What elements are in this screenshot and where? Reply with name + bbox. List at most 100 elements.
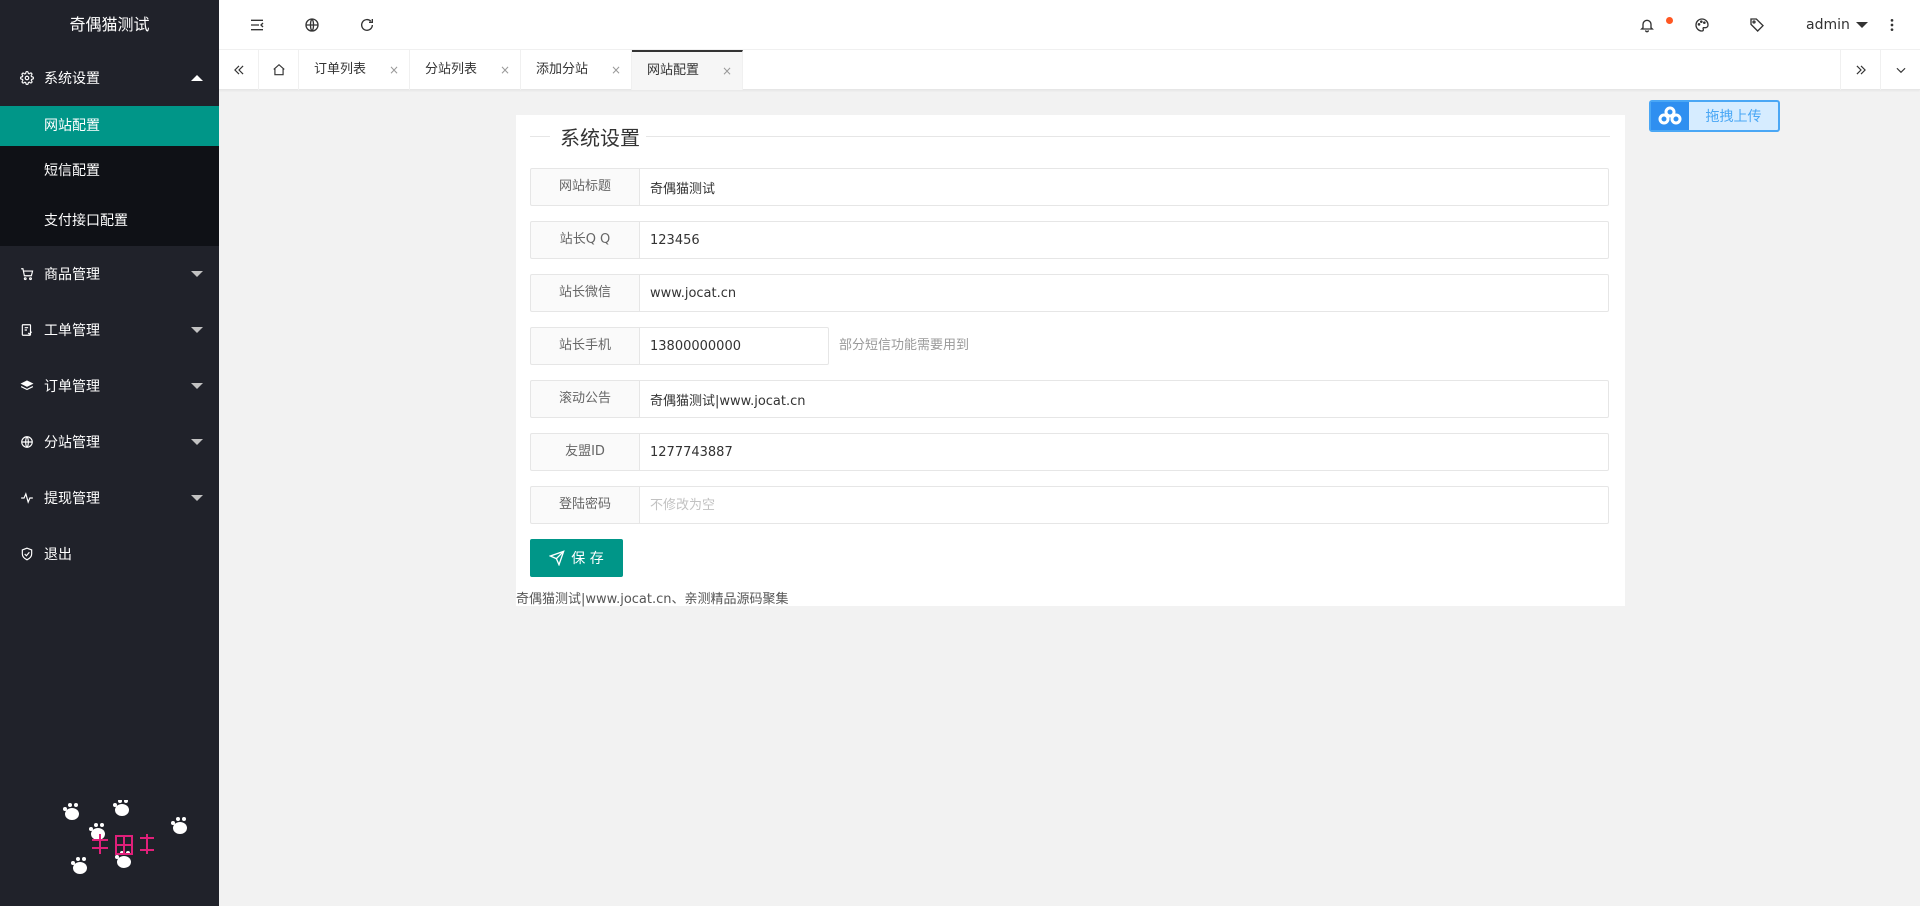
chevron-down-icon [191,439,203,445]
ticket-icon [20,323,34,337]
tab-order-list[interactable]: 订单列表 × [299,50,410,90]
page-tabs: 订单列表 × 分站列表 × 添加分站 × 网站配置 × [219,50,1920,90]
tab-label: 添加分站 [536,62,589,77]
more-vertical-icon[interactable] [1884,17,1900,33]
phone-hint: 部分短信功能需要用到 [839,338,970,353]
form-row-qq: 站长Q Q [530,221,1609,259]
chevron-down-icon [191,383,203,389]
field-label: 站长Q Q [530,221,639,259]
site-title-input[interactable] [639,168,1609,206]
shield-icon [20,547,34,561]
chevron-down-icon [191,271,203,277]
qq-input[interactable] [639,221,1609,259]
tab-substation-list[interactable]: 分站列表 × [410,50,521,90]
tab-label: 网站配置 [647,63,700,78]
sidebar-item-label: 系统设置 [44,71,100,87]
umeng-id-input[interactable] [639,433,1609,471]
field-label: 友盟ID [530,433,639,471]
sidebar-item-system-settings[interactable]: 系统设置 [0,50,219,106]
tab-site-config[interactable]: 网站配置 × [632,50,743,90]
footer-text: 奇偶猫测试|www.jocat.cn、亲测精品源码聚集 [516,592,789,607]
field-label: 滚动公告 [530,380,639,418]
login-password-input[interactable] [639,486,1609,524]
nav-group-orders: 订单管理 [0,358,219,414]
sidebar-nav: 系统设置 网站配置 短信配置 支付接口配置 商品管理 工单管理 订单管理 分站管… [0,50,219,582]
nav-group-withdraw: 提现管理 [0,470,219,526]
sidebar-item-sms-config[interactable]: 短信配置 [0,146,219,196]
sidebar-item-goods[interactable]: 商品管理 [0,246,219,302]
wechat-input[interactable] [639,274,1609,312]
tab-label: 订单列表 [314,62,367,77]
form-row-umeng: 友盟ID [530,433,1609,471]
close-icon[interactable]: × [722,52,732,90]
sidebar-item-payment-config[interactable]: 支付接口配置 [0,196,219,246]
username: admin [1806,17,1850,33]
tab-add-substation[interactable]: 添加分站 × [521,50,632,90]
chevron-down-icon [191,327,203,333]
sidebar-item-logout[interactable]: 退出 [0,526,219,582]
form-row-site-title: 网站标题 [530,168,1609,206]
home-icon[interactable] [259,50,299,90]
scroll-notice-input[interactable] [639,380,1609,418]
sidebar-item-ticket[interactable]: 工单管理 [0,302,219,358]
palette-icon[interactable] [1694,17,1710,33]
sidebar: 奇偶猫测试 系统设置 网站配置 短信配置 支付接口配置 商品管理 工单管理 订单… [0,0,219,906]
cloud-icon [1651,102,1689,130]
cart-icon [20,267,34,281]
tabs-menu-chevron-down-icon[interactable] [1880,50,1920,90]
subnav-system: 网站配置 短信配置 支付接口配置 [0,106,219,246]
sidebar-item-label: 提现管理 [44,491,100,507]
user-menu[interactable]: admin [1806,0,1868,50]
drag-upload-button[interactable]: 拖拽上传 [1649,100,1780,132]
sidebar-item-label: 工单管理 [44,323,100,339]
save-label: 保 存 [571,551,604,567]
sidebar-item-withdraw[interactable]: 提现管理 [0,470,219,526]
field-label: 登陆密码 [530,486,639,524]
sidebar-item-label: 退出 [44,547,72,563]
form-row-password: 登陆密码 [530,486,1609,524]
tabs-scroll-left-icon[interactable] [219,50,259,90]
chevron-down-icon [1855,22,1868,28]
tab-label: 分站列表 [425,62,478,77]
gear-icon [20,71,34,85]
phone-input[interactable] [639,327,829,365]
nav-group-system: 系统设置 网站配置 短信配置 支付接口配置 [0,50,219,246]
close-icon[interactable]: × [500,50,510,90]
chevron-up-icon [191,75,203,81]
globe-icon [20,435,34,449]
layers-icon [20,379,34,393]
fieldset-legend: 系统设置 [560,126,640,150]
refresh-icon[interactable] [359,17,375,33]
settings-panel: 系统设置 网站标题 站长Q Q 站长微信 站长手机 部分短信功能需要用到 滚动公… [516,115,1625,607]
nav-group-ticket: 工单管理 [0,302,219,358]
field-label: 站长手机 [530,327,639,365]
field-label: 网站标题 [530,168,639,206]
sidebar-item-label: 商品管理 [44,267,100,283]
sidebar-item-substation[interactable]: 分站管理 [0,414,219,470]
sidebar-item-orders[interactable]: 订单管理 [0,358,219,414]
pulse-icon [20,491,34,505]
top-header: admin [219,0,1920,50]
chevron-down-icon [191,495,203,501]
sidebar-item-label: 订单管理 [44,379,100,395]
cat-paw-logo [63,800,187,874]
save-button[interactable]: 保 存 [530,539,623,577]
tabs-scroll-right-icon[interactable] [1840,50,1880,90]
form-row-wechat: 站长微信 [530,274,1609,312]
upload-label: 拖拽上传 [1705,109,1762,125]
form-row-notice: 滚动公告 [530,380,1609,418]
bell-icon[interactable] [1639,17,1655,33]
tag-icon[interactable] [1749,17,1765,33]
app-title: 奇偶猫测试 [0,0,219,50]
send-icon [549,550,566,566]
menu-fold-icon[interactable] [249,17,265,33]
sidebar-item-label: 分站管理 [44,435,100,451]
close-icon[interactable]: × [611,50,621,90]
form-row-phone: 站长手机 部分短信功能需要用到 [530,327,969,365]
nav-group-goods: 商品管理 [0,246,219,302]
fieldset-divider [646,136,1610,137]
close-icon[interactable]: × [389,50,399,90]
globe-icon[interactable] [304,17,320,33]
field-label: 站长微信 [530,274,639,312]
sidebar-item-site-config[interactable]: 网站配置 [0,106,219,146]
